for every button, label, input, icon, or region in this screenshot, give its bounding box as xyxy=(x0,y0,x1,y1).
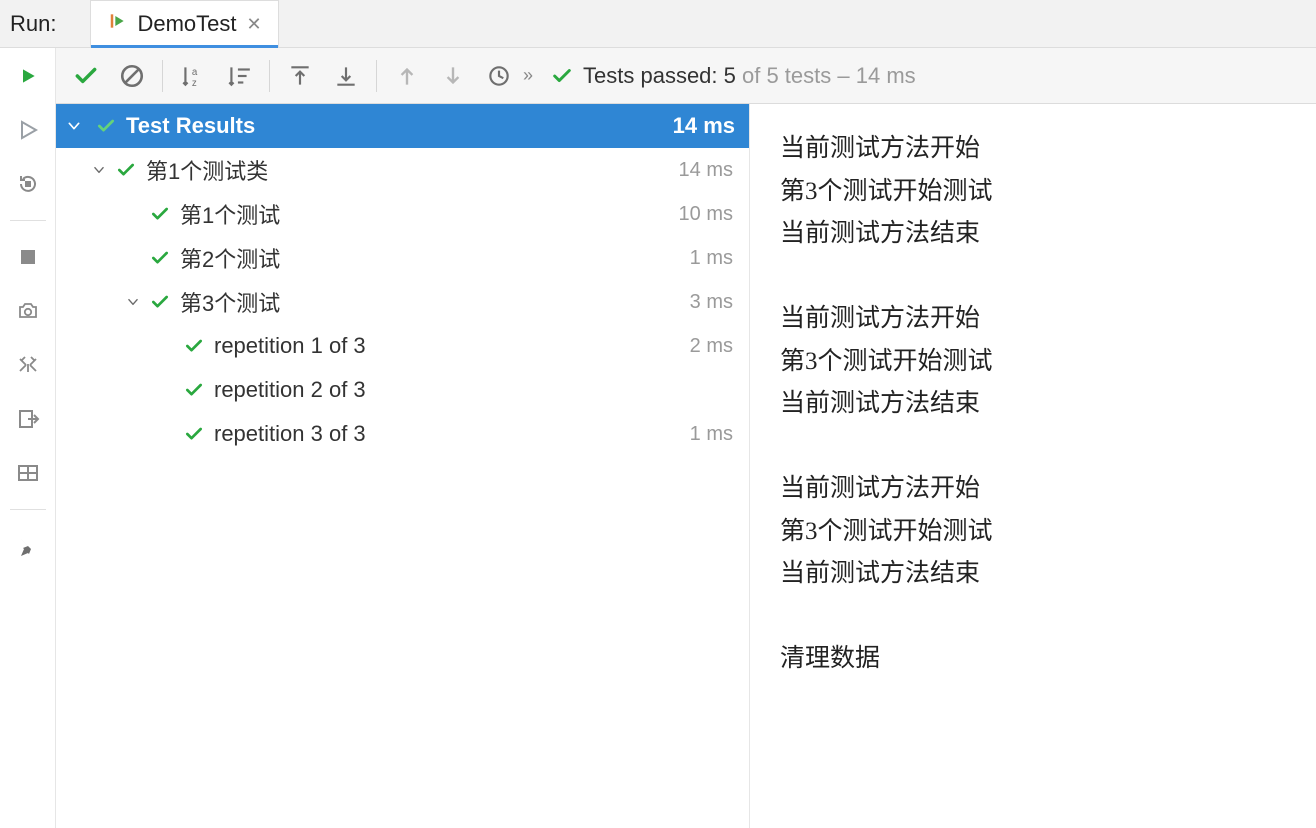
console-line xyxy=(780,256,1286,299)
stop-button[interactable] xyxy=(10,239,46,275)
console-line: 当前测试方法结束 xyxy=(780,213,1286,256)
check-icon xyxy=(184,380,204,400)
prev-failed-button[interactable] xyxy=(385,56,429,96)
console-line: 当前测试方法结束 xyxy=(780,383,1286,426)
tree-row-label: repetition 1 of 3 xyxy=(214,333,366,359)
expand-all-button[interactable] xyxy=(278,56,322,96)
tree-row[interactable]: 第1个测试 10 ms xyxy=(56,192,749,236)
next-failed-button[interactable] xyxy=(431,56,475,96)
tree-row-label: repetition 2 of 3 xyxy=(214,377,366,403)
pin-button[interactable] xyxy=(10,528,46,564)
console-line: 第3个测试开始测试 xyxy=(780,171,1286,214)
tree-row-time: 14 ms xyxy=(679,159,733,182)
sort-alpha-button[interactable] xyxy=(171,56,215,96)
test-tree[interactable]: Test Results 14 ms 第1个测试类 14 ms 第1个测试 10 ms… xyxy=(56,104,750,828)
chevron-down-icon[interactable] xyxy=(124,295,142,309)
tree-row[interactable]: 第2个测试 1 ms xyxy=(56,236,749,280)
console-line: 当前测试方法开始 xyxy=(780,128,1286,171)
console-line: 第3个测试开始测试 xyxy=(780,511,1286,554)
run-tab-title: DemoTest xyxy=(137,11,236,37)
tree-row[interactable]: repetition 1 of 3 2 ms xyxy=(56,324,749,368)
collapse-all-button[interactable] xyxy=(324,56,368,96)
rerun-button[interactable] xyxy=(10,112,46,148)
tree-row-label: 第3个测试 xyxy=(180,286,280,318)
check-icon xyxy=(96,116,116,136)
tree-root-label: Test Results xyxy=(126,113,255,139)
test-history-button[interactable] xyxy=(477,56,521,96)
check-icon xyxy=(150,248,170,268)
separator xyxy=(376,60,377,92)
console-line: 当前测试方法开始 xyxy=(780,298,1286,341)
separator xyxy=(162,60,163,92)
check-icon xyxy=(184,336,204,356)
status-prefix: Tests passed: 5 xyxy=(583,63,736,88)
tree-root-time: 14 ms xyxy=(673,113,735,139)
divider xyxy=(10,220,46,221)
layout-button[interactable] xyxy=(10,455,46,491)
run-label: Run: xyxy=(10,11,56,37)
check-icon xyxy=(150,292,170,312)
exit-button[interactable] xyxy=(10,401,46,437)
debug-button[interactable] xyxy=(10,347,46,383)
console-output[interactable]: 当前测试方法开始第3个测试开始测试当前测试方法结束 当前测试方法开始第3个测试开… xyxy=(750,104,1316,828)
tree-row-label: repetition 3 of 3 xyxy=(214,421,366,447)
separator xyxy=(269,60,270,92)
console-line: 当前测试方法开始 xyxy=(780,468,1286,511)
status-suffix: of 5 tests – 14 ms xyxy=(736,63,916,88)
show-ignored-button[interactable] xyxy=(110,56,154,96)
run-button[interactable] xyxy=(10,58,46,94)
console-line: 第3个测试开始测试 xyxy=(780,341,1286,384)
run-tab[interactable]: DemoTest ✕ xyxy=(90,0,278,47)
run-config-icon xyxy=(107,11,127,37)
dump-threads-button[interactable] xyxy=(10,293,46,329)
tab-bar: Run: DemoTest ✕ xyxy=(0,0,1316,48)
tree-row-label: 第2个测试 xyxy=(180,242,280,274)
left-toolbar xyxy=(0,48,56,828)
check-icon xyxy=(184,424,204,444)
tree-row-time: 2 ms xyxy=(690,335,733,358)
tree-row-label: 第1个测试类 xyxy=(146,154,268,186)
tree-row-time: 10 ms xyxy=(679,203,733,226)
close-icon[interactable]: ✕ xyxy=(247,14,262,35)
tree-row-time: 1 ms xyxy=(690,423,733,446)
check-icon xyxy=(150,204,170,224)
console-line: 当前测试方法结束 xyxy=(780,553,1286,596)
console-line xyxy=(780,426,1286,469)
tree-row[interactable]: 第3个测试 3 ms xyxy=(56,280,749,324)
test-status: Tests passed: 5 of 5 tests – 14 ms xyxy=(543,63,1308,89)
rerun-failed-button[interactable] xyxy=(10,166,46,202)
chevron-down-icon[interactable] xyxy=(90,163,108,177)
test-toolbar: » Tests passed: 5 of 5 tests – 14 ms xyxy=(56,48,1316,104)
console-line: 清理数据 xyxy=(780,638,1286,681)
tree-row-time: 1 ms xyxy=(690,247,733,270)
check-icon xyxy=(551,65,573,87)
show-passed-button[interactable] xyxy=(64,56,108,96)
more-tools-button[interactable]: » xyxy=(523,65,535,86)
tree-root-row[interactable]: Test Results 14 ms xyxy=(56,104,749,148)
divider xyxy=(10,509,46,510)
sort-duration-button[interactable] xyxy=(217,56,261,96)
check-icon xyxy=(116,160,136,180)
tree-row[interactable]: repetition 2 of 3 xyxy=(56,368,749,412)
tree-row-time: 3 ms xyxy=(690,291,733,314)
chevron-down-icon[interactable] xyxy=(66,118,82,134)
tree-row[interactable]: 第1个测试类 14 ms xyxy=(56,148,749,192)
console-line xyxy=(780,596,1286,639)
tree-row[interactable]: repetition 3 of 3 1 ms xyxy=(56,412,749,456)
tree-row-label: 第1个测试 xyxy=(180,198,280,230)
